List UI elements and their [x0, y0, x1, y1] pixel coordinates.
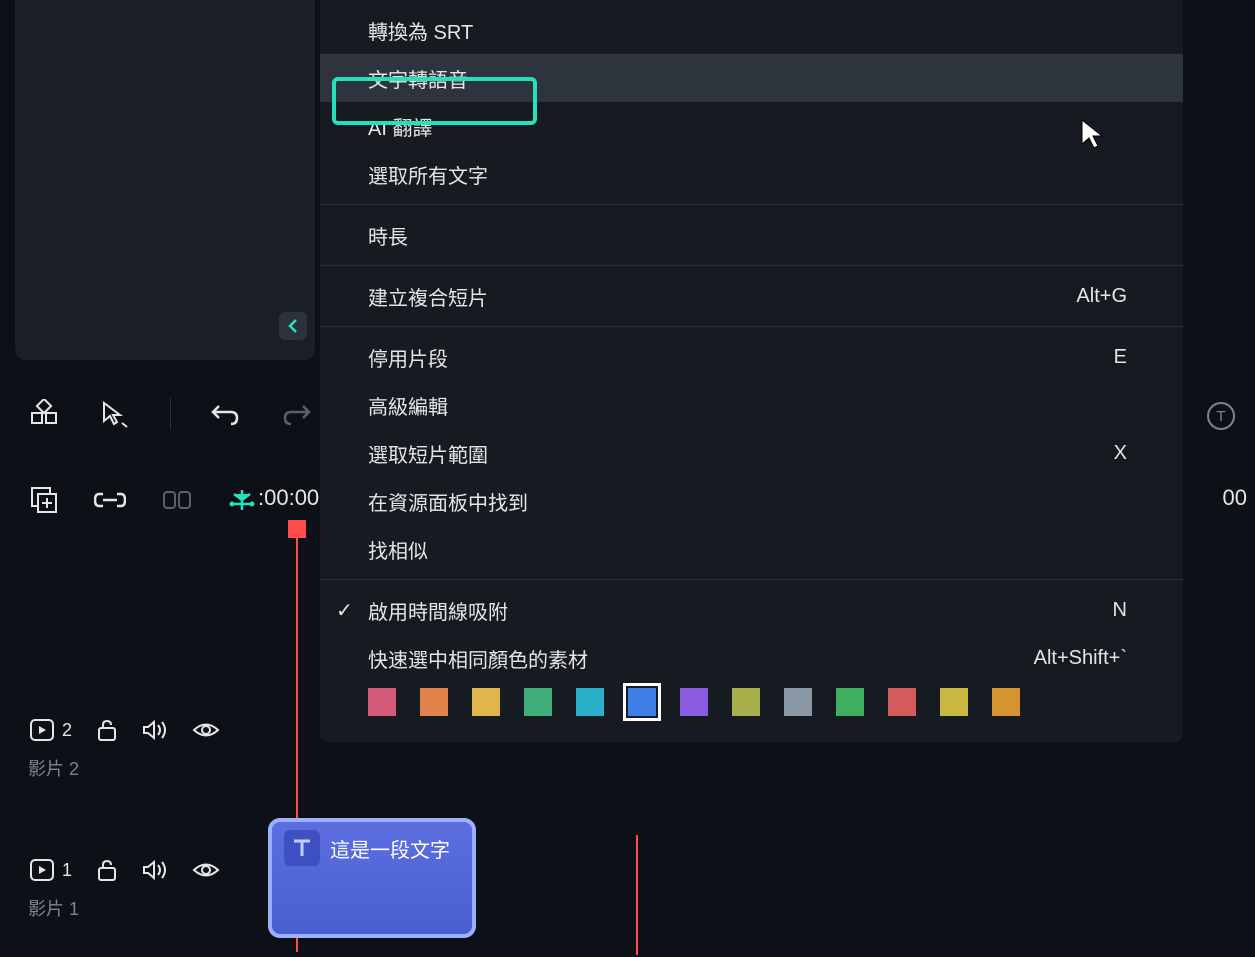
menu-label: 高級編輯: [368, 391, 448, 420]
color-swatch[interactable]: [576, 688, 604, 716]
color-swatch[interactable]: [836, 688, 864, 716]
track-label: 影片 1: [28, 895, 79, 921]
text-tool-indicator[interactable]: T: [1207, 402, 1235, 430]
track-lock-icon[interactable]: [96, 859, 118, 881]
color-swatch[interactable]: [420, 688, 448, 716]
color-swatch[interactable]: [940, 688, 968, 716]
track-video-icon[interactable]: 1: [30, 859, 72, 881]
color-swatch[interactable]: [732, 688, 760, 716]
color-swatch[interactable]: [888, 688, 916, 716]
cursor-icon: [1080, 118, 1108, 150]
timeline-tools: [15, 470, 271, 530]
menu-item-snap[interactable]: ✓ 啟用時間線吸附 N: [320, 586, 1183, 634]
color-swatch[interactable]: [992, 688, 1020, 716]
clip-label: 這是一段文字: [330, 834, 450, 863]
menu-shortcut: N: [1113, 599, 1127, 622]
timeline-clip[interactable]: 這是一段文字: [268, 818, 476, 938]
menu-item-select-same-color[interactable]: 快速選中相同顏色的素材 Alt+Shift+`: [320, 634, 1183, 682]
menu-item-find-similar[interactable]: 找相似: [320, 525, 1183, 573]
menu-item-ai-translate[interactable]: AI 翻譯: [320, 102, 1183, 150]
collapse-panel-button[interactable]: [279, 312, 307, 340]
playhead-marker[interactable]: [288, 520, 306, 538]
clip-cursor: [636, 835, 638, 955]
menu-section: 建立複合短片 Alt+G: [320, 266, 1183, 327]
menu-label: 在資源面板中找到: [368, 487, 528, 516]
track-row: 1: [15, 830, 1240, 910]
menu-item-convert-srt[interactable]: 轉換為 SRT: [320, 6, 1183, 54]
track-number: 1: [62, 860, 72, 881]
text-tool-label: T: [1216, 408, 1225, 425]
menu-shortcut: Alt+Shift+`: [1034, 647, 1127, 670]
menu-label: 選取短片範圍: [368, 439, 488, 468]
color-swatch[interactable]: [524, 688, 552, 716]
menu-label: 建立複合短片: [368, 282, 488, 311]
menu-item-find-in-panel[interactable]: 在資源面板中找到: [320, 477, 1183, 525]
menu-label: 啟用時間線吸附: [368, 596, 508, 625]
menu-section: ✓ 啟用時間線吸附 N 快速選中相同顏色的素材 Alt+Shift+`: [320, 580, 1183, 734]
menu-section: 停用片段 E 高級編輯 選取短片範圍 X 在資源面板中找到 找相似: [320, 327, 1183, 580]
menu-item-select-all-text[interactable]: 選取所有文字: [320, 150, 1183, 198]
color-swatch[interactable]: [680, 688, 708, 716]
preview-panel: [15, 0, 315, 360]
track-label: 影片 2: [28, 755, 79, 781]
chevron-left-icon: [287, 318, 299, 334]
track-mute-icon[interactable]: [142, 859, 168, 881]
track-lock-icon[interactable]: [96, 719, 118, 741]
menu-label: 快速選中相同顏色的素材: [368, 644, 588, 673]
color-swatch-row: [320, 682, 1183, 728]
tool-add-track[interactable]: [30, 486, 58, 514]
menu-item-disable-clip[interactable]: 停用片段 E: [320, 333, 1183, 381]
context-menu: 轉換為 SRT 文字轉語音 AI 翻譯 選取所有文字 時長 建立複合短片 Alt+…: [320, 0, 1183, 742]
color-swatch[interactable]: [628, 688, 656, 716]
redo-button[interactable]: [281, 402, 311, 426]
track-mute-icon[interactable]: [142, 719, 168, 741]
menu-item-duration[interactable]: 時長: [320, 211, 1183, 259]
menu-label: 轉換為 SRT: [368, 16, 473, 45]
tool-layout[interactable]: [30, 399, 60, 429]
check-icon: ✓: [336, 598, 353, 623]
menu-label: 停用片段: [368, 343, 448, 372]
track-number: 2: [62, 720, 72, 741]
color-swatch[interactable]: [472, 688, 500, 716]
color-swatch[interactable]: [368, 688, 396, 716]
menu-label: 文字轉語音: [368, 64, 468, 93]
toolbar-divider: [170, 398, 171, 430]
text-clip-icon: [284, 830, 320, 866]
menu-label: 時長: [368, 221, 408, 250]
tool-group[interactable]: [162, 488, 192, 512]
tool-link[interactable]: [94, 490, 126, 510]
menu-shortcut: Alt+G: [1076, 285, 1127, 308]
tool-select[interactable]: [100, 399, 130, 429]
track-visibility-icon[interactable]: [192, 861, 220, 879]
track-visibility-icon[interactable]: [192, 721, 220, 739]
menu-section: 轉換為 SRT 文字轉語音 AI 翻譯 選取所有文字: [320, 0, 1183, 205]
menu-item-advanced-edit[interactable]: 高級編輯: [320, 381, 1183, 429]
color-swatch[interactable]: [784, 688, 812, 716]
menu-label: 找相似: [368, 535, 428, 564]
menu-item-text-to-speech[interactable]: 文字轉語音: [320, 54, 1183, 102]
menu-shortcut: X: [1114, 442, 1127, 465]
menu-section: 時長: [320, 205, 1183, 266]
menu-item-compound-clip[interactable]: 建立複合短片 Alt+G: [320, 272, 1183, 320]
menu-label: 選取所有文字: [368, 160, 488, 189]
undo-button[interactable]: [211, 402, 241, 426]
menu-shortcut: E: [1114, 346, 1127, 369]
menu-label: AI 翻譯: [368, 112, 432, 141]
time-label-left: :00:00: [258, 485, 319, 511]
time-label-right: 00: [1223, 485, 1247, 511]
menu-item-select-range[interactable]: 選取短片範圍 X: [320, 429, 1183, 477]
track-video-icon[interactable]: 2: [30, 719, 72, 741]
tool-magnet[interactable]: [228, 486, 256, 514]
